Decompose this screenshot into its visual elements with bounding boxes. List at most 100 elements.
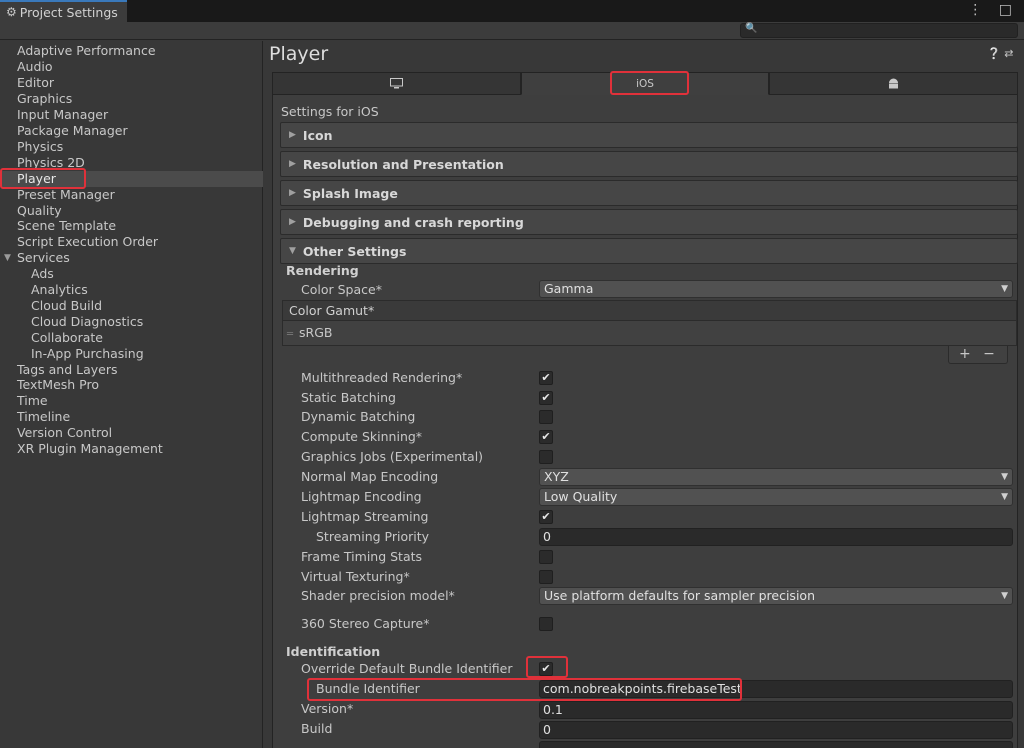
window-menu-icon[interactable]: ⋮ □ [968,2,1018,18]
dynamic-batching-checkbox[interactable] [539,410,553,424]
override-bundle-checkbox[interactable]: ✔ [539,662,553,676]
lightmap-streaming-label: Lightmap Streaming [301,509,429,524]
sidebar-item-package-manager[interactable]: Package Manager [0,123,263,139]
sidebar-item-label: Version Control [17,425,113,440]
list-add-remove-buttons[interactable]: + − [948,346,1008,364]
chevron-down-icon[interactable]: ▼ [4,250,11,266]
color-space-dropdown[interactable]: Gamma ▼ [539,280,1013,298]
sidebar-item-player[interactable]: Player [0,171,263,187]
shader-precision-model-label: Shader precision model* [301,588,455,603]
sidebar-item-label: Services [17,250,70,265]
sidebar-item-collaborate[interactable]: Collaborate [0,330,263,346]
sidebar-item-label: Package Manager [17,123,128,138]
build-input[interactable]: 0 [539,721,1013,739]
sidebar-item-analytics[interactable]: Analytics [0,282,263,298]
normal-map-encoding-label: Normal Map Encoding [301,469,439,484]
sidebar-item-label: XR Plugin Management [17,441,163,456]
normal-map-encoding-value: XYZ [544,469,569,484]
monitor-icon [389,78,403,89]
sidebar-item-version-control[interactable]: Version Control [0,425,263,441]
compute-skinning-label: Compute Skinning* [301,429,423,444]
sidebar-item-textmesh-pro[interactable]: TextMesh Pro [0,377,263,393]
android-icon [889,78,899,88]
sidebar-item-label: In-App Purchasing [31,346,144,361]
sidebar-item-label: Cloud Build [31,298,103,313]
foldout-label: Icon [302,127,333,143]
compute-skinning-checkbox[interactable]: ✔ [539,430,553,444]
sidebar-item-label: TextMesh Pro [17,377,99,392]
lightmap-encoding-value: Low Quality [544,489,618,504]
help-icon[interactable]: ❔ ⇄ [987,47,1013,60]
graphics-jobs-experimental-checkbox[interactable] [539,450,553,464]
next-field-partial[interactable] [539,741,1013,748]
drag-handle-icon[interactable]: ═ [287,329,293,340]
foldout-resolution[interactable]: ▶ Resolution and Presentation [280,151,1018,177]
sidebar-item-quality[interactable]: Quality [0,203,263,219]
sidebar-item-label: Physics [17,139,64,154]
color-gamut-header: Color Gamut* [283,301,1016,321]
virtual-texturing-checkbox[interactable] [539,570,553,584]
color-space-value: Gamma [544,281,594,296]
static-batching-label: Static Batching [301,390,396,405]
sidebar-item-scene-template[interactable]: Scene Template [0,218,263,234]
title-bar: ⚙ Project Settings ⋮ □ [0,0,1024,22]
sidebar-item-script-execution-order[interactable]: Script Execution Order [0,234,263,250]
search-input[interactable]: 🔍 [740,23,1018,38]
sidebar-item-label: Adaptive Performance [17,43,156,58]
sidebar-item-label: Time [17,393,48,408]
streaming-priority-input[interactable]: 0 [539,528,1013,546]
sidebar-item-preset-manager[interactable]: Preset Manager [0,187,263,203]
sidebar-item-graphics[interactable]: Graphics [0,91,263,107]
sidebar-item-time[interactable]: Time [0,393,263,409]
360-stereo-capture-checkbox[interactable] [539,617,553,631]
tab-ios-label: iOS [636,77,654,90]
list-item[interactable]: ═ sRGB [283,323,333,343]
tab-standalone[interactable] [272,72,521,95]
sidebar-item-label: Input Manager [17,107,109,122]
sidebar-item-label: Scene Template [17,218,117,233]
frame-timing-stats-checkbox[interactable] [539,550,553,564]
project-settings-tab[interactable]: ⚙ Project Settings [0,0,127,22]
toolbar: 🔍 [0,22,1024,40]
version-input[interactable]: 0.1 [539,701,1013,719]
bundle-identifier-label: Bundle Identifier [316,681,420,696]
foldout-icon[interactable]: ▶ Icon [280,122,1018,148]
sidebar-item-cloud-diagnostics[interactable]: Cloud Diagnostics [0,314,263,330]
chevron-right-icon: ▶ [289,159,296,169]
sidebar-item-timeline[interactable]: Timeline [0,409,263,425]
sidebar-item-audio[interactable]: Audio [0,59,263,75]
sidebar-item-ads[interactable]: Ads [0,266,263,282]
static-batching-checkbox[interactable]: ✔ [539,391,553,405]
bundle-identifier-input[interactable]: com.nobreakpoints.firebaseTest [539,680,1013,698]
foldout-other-settings[interactable]: ▼ Other Settings [280,238,1018,264]
tab-android[interactable] [769,72,1019,95]
lightmap-streaming-checkbox[interactable]: ✔ [539,510,553,524]
sidebar-item-adaptive-performance[interactable]: Adaptive Performance [0,43,263,59]
lightmap-encoding-dropdown[interactable]: Low Quality ▼ [539,488,1013,506]
dynamic-batching-label: Dynamic Batching [301,409,416,424]
foldout-splash[interactable]: ▶ Splash Image [280,180,1018,206]
page-title: Player [269,43,329,65]
foldout-label: Splash Image [302,185,398,201]
sidebar-item-physics-2d[interactable]: Physics 2D [0,155,263,171]
normal-map-encoding-dropdown[interactable]: XYZ ▼ [539,468,1013,486]
multithreaded-rendering-checkbox[interactable]: ✔ [539,371,553,385]
color-space-label: Color Space* [301,282,382,297]
sidebar-item-cloud-build[interactable]: Cloud Build [0,298,263,314]
sidebar-item-input-manager[interactable]: Input Manager [0,107,263,123]
sidebar-item-label: Physics 2D [17,155,85,170]
search-icon: 🔍 [745,23,758,34]
sidebar-item-physics[interactable]: Physics [0,139,263,155]
sidebar-item-editor[interactable]: Editor [0,75,263,91]
sidebar-item-tags-and-layers[interactable]: Tags and Layers [0,362,263,378]
build-label: Build [301,721,333,736]
tab-ios[interactable]: iOS [520,72,770,95]
sidebar-item-in-app-purchasing[interactable]: In-App Purchasing [0,346,263,362]
shader-precision-model-dropdown[interactable]: Use platform defaults for sampler precis… [539,587,1013,605]
sidebar-item-label: Preset Manager [17,187,115,202]
virtual-texturing-label: Virtual Texturing* [301,569,410,584]
sidebar-item-xr-plugin-management[interactable]: XR Plugin Management [0,441,263,457]
sidebar-item-services[interactable]: ▼ Services [0,250,263,266]
identification-header: Identification [286,644,381,659]
foldout-debugging[interactable]: ▶ Debugging and crash reporting [280,209,1018,235]
